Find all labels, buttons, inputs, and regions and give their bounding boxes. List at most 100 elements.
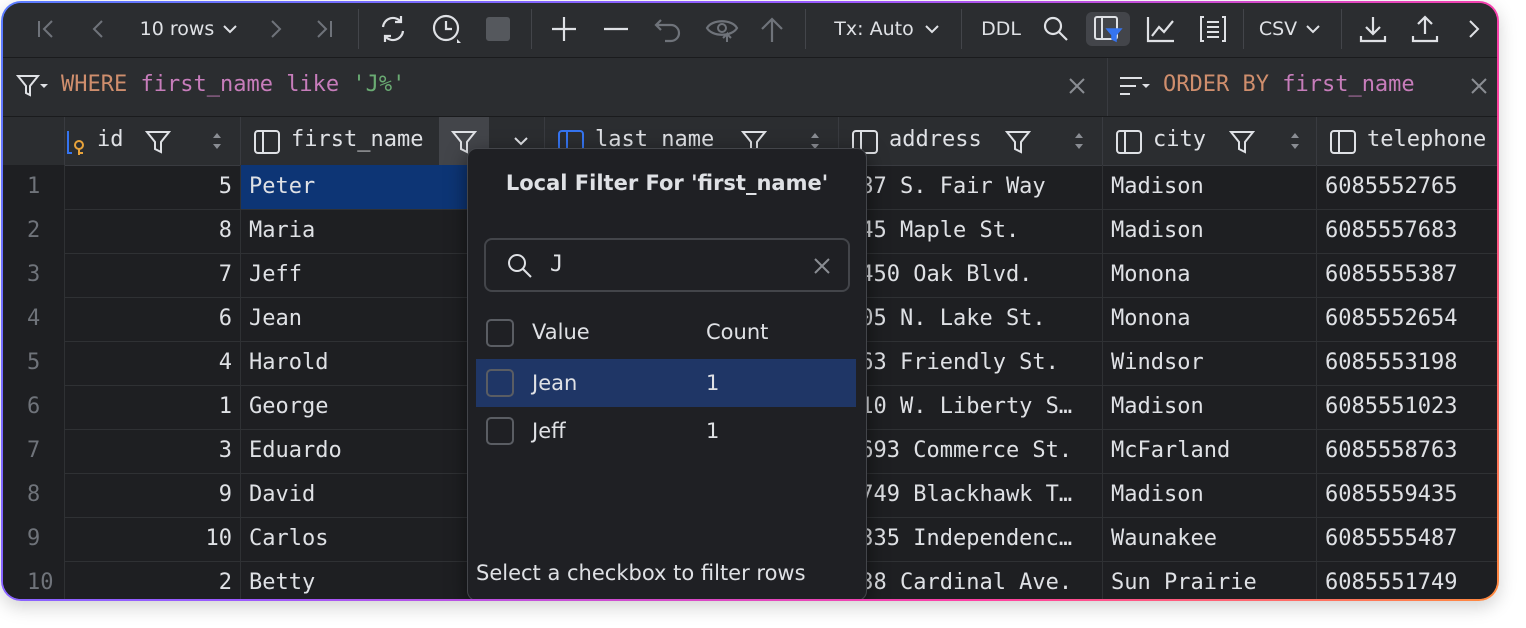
cell-id[interactable]: 8 bbox=[65, 209, 241, 253]
column-name: id bbox=[97, 127, 124, 152]
column-header-id[interactable]: id bbox=[65, 117, 241, 165]
cell-telephone[interactable]: 6085555487 bbox=[1317, 517, 1497, 561]
cell-address[interactable]: 2749 Blackhawk T… bbox=[839, 473, 1103, 517]
cell-telephone[interactable]: 6085555387 bbox=[1317, 253, 1497, 297]
filter-value-label: Jean bbox=[532, 371, 578, 395]
cell-address[interactable]: 387 S. Fair Way bbox=[839, 165, 1103, 209]
revert-icon[interactable] bbox=[651, 12, 685, 46]
value-checkbox[interactable] bbox=[486, 369, 514, 397]
column-filter-icon[interactable] bbox=[1229, 129, 1255, 155]
popup-search-field[interactable]: J bbox=[484, 238, 850, 292]
filter-divider bbox=[1107, 58, 1108, 116]
page-size-dropdown[interactable]: 10 rows bbox=[131, 12, 247, 46]
cell-address[interactable]: 110 W. Liberty S… bbox=[839, 385, 1103, 429]
cell-id[interactable]: 5 bbox=[65, 165, 241, 209]
upload-icon[interactable] bbox=[1407, 12, 1443, 46]
cell-telephone[interactable]: 6085558763 bbox=[1317, 429, 1497, 473]
cell-id[interactable]: 1 bbox=[65, 385, 241, 429]
transaction-mode-dropdown[interactable]: Tx: Auto bbox=[827, 12, 947, 46]
history-clock-icon[interactable] bbox=[429, 12, 465, 46]
cell-id[interactable]: 6 bbox=[65, 297, 241, 341]
cell-id[interactable]: 9 bbox=[65, 473, 241, 517]
select-all-checkbox[interactable] bbox=[486, 319, 514, 347]
cell-id[interactable]: 4 bbox=[65, 341, 241, 385]
cell-city[interactable]: Madison bbox=[1103, 385, 1317, 429]
column-filter-icon[interactable] bbox=[145, 129, 171, 155]
cell-city[interactable]: Madison bbox=[1103, 209, 1317, 253]
cell-id[interactable]: 2 bbox=[65, 561, 241, 599]
sort-arrows-icon[interactable] bbox=[1073, 131, 1085, 151]
cell-address[interactable]: 2450 Oak Blvd. bbox=[839, 253, 1103, 297]
delete-row-icon[interactable] bbox=[599, 12, 633, 46]
chevron-down-icon bbox=[223, 25, 238, 34]
cell-city[interactable]: Waunakee bbox=[1103, 517, 1317, 561]
sort-arrows-icon[interactable] bbox=[211, 131, 223, 151]
popup-search-input[interactable]: J bbox=[550, 252, 563, 277]
add-row-icon[interactable] bbox=[547, 12, 581, 46]
cell-address[interactable]: 345 Maple St. bbox=[839, 209, 1103, 253]
cell-telephone[interactable]: 6085551023 bbox=[1317, 385, 1497, 429]
clear-where-icon[interactable] bbox=[1065, 74, 1089, 104]
submit-icon[interactable] bbox=[755, 12, 789, 46]
ddl-label: DDL bbox=[981, 18, 1021, 40]
cell-city[interactable]: Monona bbox=[1103, 297, 1317, 341]
cell-city[interactable]: Monona bbox=[1103, 253, 1317, 297]
refresh-icon[interactable] bbox=[375, 12, 411, 46]
cell-address[interactable]: 2693 Commerce St. bbox=[839, 429, 1103, 473]
cell-city[interactable]: McFarland bbox=[1103, 429, 1317, 473]
filter-value-item[interactable]: Jeff 1 bbox=[476, 407, 856, 455]
cell-telephone[interactable]: 6085551749 bbox=[1317, 561, 1497, 599]
column-filter-icon[interactable] bbox=[1005, 129, 1031, 155]
more-chevron-right-icon[interactable] bbox=[1459, 12, 1489, 46]
last-page-icon[interactable] bbox=[309, 12, 339, 46]
stop-icon[interactable] bbox=[483, 12, 513, 46]
chevron-down-icon[interactable] bbox=[513, 135, 529, 147]
previous-page-icon[interactable] bbox=[83, 12, 113, 46]
cell-telephone[interactable]: 6085552765 bbox=[1317, 165, 1497, 209]
cell-city[interactable]: Madison bbox=[1103, 165, 1317, 209]
filter-bar: WHERE first_name like 'J%' ORDER BY firs… bbox=[3, 58, 1497, 117]
ddl-button[interactable]: DDL bbox=[975, 12, 1027, 46]
filter-table-icon[interactable] bbox=[1086, 12, 1130, 46]
next-page-icon[interactable] bbox=[261, 12, 291, 46]
chart-icon[interactable] bbox=[1143, 12, 1179, 46]
cell-telephone[interactable]: 6085552654 bbox=[1317, 297, 1497, 341]
download-icon[interactable] bbox=[1355, 12, 1391, 46]
order-by-field[interactable]: ORDER BY first_name bbox=[1163, 72, 1415, 97]
search-icon[interactable] bbox=[1039, 12, 1073, 46]
cell-telephone[interactable]: 6085553198 bbox=[1317, 341, 1497, 385]
clear-search-icon[interactable] bbox=[812, 256, 832, 276]
cell-city[interactable]: Sun Prairie bbox=[1103, 561, 1317, 599]
toolbar-separator bbox=[1341, 9, 1342, 49]
cell-city[interactable]: Madison bbox=[1103, 473, 1317, 517]
first-page-icon[interactable] bbox=[31, 12, 61, 46]
row-number: 5 bbox=[3, 341, 65, 385]
export-format-dropdown[interactable]: CSV bbox=[1253, 12, 1327, 46]
cell-telephone[interactable]: 6085559435 bbox=[1317, 473, 1497, 517]
sort-arrows-icon[interactable] bbox=[1289, 131, 1301, 151]
column-header-address[interactable]: address bbox=[839, 117, 1103, 165]
cell-address[interactable]: 638 Cardinal Ave. bbox=[839, 561, 1103, 599]
cell-address[interactable]: 105 N. Lake St. bbox=[839, 297, 1103, 341]
page-size-label: 10 rows bbox=[139, 18, 215, 40]
cell-city[interactable]: Windsor bbox=[1103, 341, 1317, 385]
cell-telephone[interactable]: 6085557683 bbox=[1317, 209, 1497, 253]
cell-address[interactable]: 2335 Independenc… bbox=[839, 517, 1103, 561]
column-view-icon[interactable] bbox=[1195, 12, 1231, 46]
cell-id[interactable]: 10 bbox=[65, 517, 241, 561]
where-clause-field[interactable]: WHERE first_name like 'J%' bbox=[61, 72, 1061, 97]
filter-icon[interactable] bbox=[15, 72, 49, 108]
filter-value-count: 1 bbox=[706, 419, 720, 443]
preview-changes-icon[interactable] bbox=[703, 12, 741, 46]
sort-icon[interactable] bbox=[1117, 74, 1151, 106]
cell-address[interactable]: 563 Friendly St. bbox=[839, 341, 1103, 385]
column-header-telephone[interactable]: telephone bbox=[1317, 117, 1497, 165]
filter-value-item[interactable]: Jean 1 bbox=[476, 359, 856, 407]
clear-order-icon[interactable] bbox=[1467, 74, 1491, 104]
chevron-down-icon bbox=[924, 25, 939, 34]
value-checkbox[interactable] bbox=[486, 417, 514, 445]
column-header-city[interactable]: city bbox=[1103, 117, 1317, 165]
cell-id[interactable]: 3 bbox=[65, 429, 241, 473]
column-icon bbox=[1330, 130, 1356, 154]
cell-id[interactable]: 7 bbox=[65, 253, 241, 297]
